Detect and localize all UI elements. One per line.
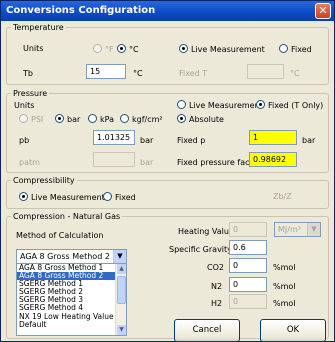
compressibility-fixed-label: Fixed: [115, 193, 136, 202]
compressibility-live-measurement-radio[interactable]: Live Measurement: [19, 192, 105, 202]
temperature-unit-c-label: °C: [129, 45, 139, 54]
method-select-value: AGA 8 Gross Method 2: [20, 252, 110, 261]
close-icon: ✕: [318, 4, 328, 17]
pressure-live-measurement-radio[interactable]: Live Measurement: [177, 100, 263, 110]
temperature-live-measurement-radio[interactable]: Live Measurement: [179, 44, 265, 54]
compressibility-live-measurement-label: Live Measurement: [31, 193, 105, 202]
cancel-button[interactable]: Cancel: [174, 319, 240, 342]
pressure-unit-kpa-label: kPa: [100, 115, 114, 124]
specific-gravity-label: Specific Gravity: [169, 245, 232, 254]
pb-input[interactable]: 1.01325: [93, 130, 135, 145]
pressure-fixed-t-only-radio[interactable]: Fixed (T Only): [256, 100, 323, 110]
method-dropdown-list[interactable]: AGA 8 Gross Method 1 AGA 8 Gross Method …: [16, 263, 127, 336]
fixed-t-unit: °C: [290, 69, 300, 78]
scroll-down-icon[interactable]: ▼: [117, 325, 126, 335]
pb-unit: bar: [140, 136, 154, 145]
co2-input[interactable]: 0: [229, 258, 267, 273]
tb-unit: °C: [133, 69, 143, 78]
n2-label: N2: [211, 282, 223, 291]
temperature-unit-f-label: °F: [105, 45, 114, 54]
pressure-absolute-radio[interactable]: Absolute: [177, 114, 224, 124]
radio-icon: [19, 114, 28, 123]
temperature-live-measurement-label: Live Measurement: [191, 45, 265, 54]
pressure-unit-bar-label: bar: [67, 115, 81, 124]
radio-icon: [88, 114, 97, 123]
radio-icon: [93, 44, 102, 53]
method-of-calculation-label: Method of Calculation: [16, 231, 104, 240]
heating-value-label: Heating Value: [178, 227, 234, 236]
radio-selected-icon: [55, 114, 64, 123]
title-bar[interactable]: Conversions Configuration ✕: [1, 1, 334, 21]
zb-z-label: Zb/Z: [273, 192, 292, 201]
pressure-unit-bar-radio[interactable]: bar: [55, 114, 80, 124]
fixed-p-input[interactable]: 1: [249, 130, 297, 145]
close-button[interactable]: ✕: [315, 3, 331, 19]
scrollbar-thumb[interactable]: [117, 276, 126, 304]
radio-selected-icon: [117, 44, 126, 53]
h2-unit: %mol: [273, 299, 296, 308]
radio-icon: [103, 192, 112, 201]
radio-icon: [120, 114, 129, 123]
pressure-legend: Pressure: [13, 89, 48, 98]
pressure-fixed-t-only-label: Fixed (T Only): [268, 101, 324, 110]
fixed-pressure-factor-input[interactable]: 0.98692: [249, 152, 297, 167]
fixed-t-label: Fixed T: [179, 69, 208, 78]
pressure-absolute-label: Absolute: [189, 115, 224, 124]
heating-unit-value: MJ/m³: [278, 225, 301, 234]
pressure-unit-kpa-radio[interactable]: kPa: [88, 114, 114, 124]
n2-unit: %mol: [273, 282, 296, 291]
co2-unit: %mol: [273, 263, 296, 272]
radio-icon: [177, 100, 186, 109]
window-title: Conversions Configuration: [6, 5, 156, 16]
tb-input[interactable]: 15: [86, 64, 126, 79]
temperature-unit-f-radio[interactable]: °F: [93, 44, 114, 54]
method-option[interactable]: Default: [17, 320, 115, 329]
fixed-t-input[interactable]: [247, 64, 284, 79]
conversions-configuration-window: Conversions Configuration ✕ Temperature …: [0, 0, 335, 342]
radio-selected-icon: [256, 100, 265, 109]
ok-button[interactable]: OK: [260, 319, 326, 342]
temperature-legend: Temperature: [13, 23, 64, 32]
tb-label: Tb: [23, 69, 33, 78]
patm-label: patm: [19, 158, 40, 167]
radio-selected-icon: [179, 44, 188, 53]
co2-label: CO2: [207, 263, 224, 272]
temperature-fixed-radio[interactable]: Fixed: [279, 44, 312, 54]
pb-label: pb: [19, 136, 30, 145]
temperature-units-label: Units: [23, 44, 44, 53]
dropdown-scrollbar[interactable]: ▲ ▼: [115, 264, 126, 335]
compressibility-fixed-radio[interactable]: Fixed: [103, 192, 136, 202]
method-select[interactable]: AGA 8 Gross Method 2 ▼: [16, 249, 127, 264]
h2-label: H2: [211, 299, 223, 308]
heating-unit-select[interactable]: MJ/m³ ▼: [274, 222, 321, 237]
radio-icon: [279, 44, 288, 53]
radio-selected-icon: [177, 114, 186, 123]
pressure-live-measurement-label: Live Measurement: [189, 101, 263, 110]
chevron-down-icon[interactable]: ▼: [113, 250, 126, 263]
patm-input[interactable]: [93, 152, 135, 167]
fixed-p-label: Fixed p: [177, 136, 206, 145]
h2-input[interactable]: 0: [229, 294, 267, 309]
pressure-units-label: Units: [14, 101, 35, 110]
pressure-unit-psi-label: PSI: [31, 115, 44, 124]
heating-value-input[interactable]: 0: [229, 222, 267, 237]
compressibility-legend: Compressibility: [13, 176, 75, 185]
pressure-unit-kgfcm2-radio[interactable]: kgf/cm²: [120, 114, 163, 124]
pressure-unit-kgfcm2-label: kgf/cm²: [132, 115, 163, 124]
specific-gravity-input[interactable]: 0.6: [229, 240, 267, 255]
n2-input[interactable]: 0: [229, 277, 267, 292]
radio-selected-icon: [19, 192, 28, 201]
patm-unit: bar: [140, 158, 154, 167]
chevron-down-icon[interactable]: ▼: [307, 223, 320, 236]
pressure-unit-psi-radio[interactable]: PSI: [19, 114, 43, 124]
scroll-up-icon[interactable]: ▲: [117, 264, 126, 274]
temperature-unit-c-radio[interactable]: °C: [117, 44, 139, 54]
natural-gas-legend: Compression - Natural Gas: [13, 212, 121, 221]
fixed-p-unit: bar: [302, 136, 316, 145]
temperature-fixed-label: Fixed: [291, 45, 312, 54]
